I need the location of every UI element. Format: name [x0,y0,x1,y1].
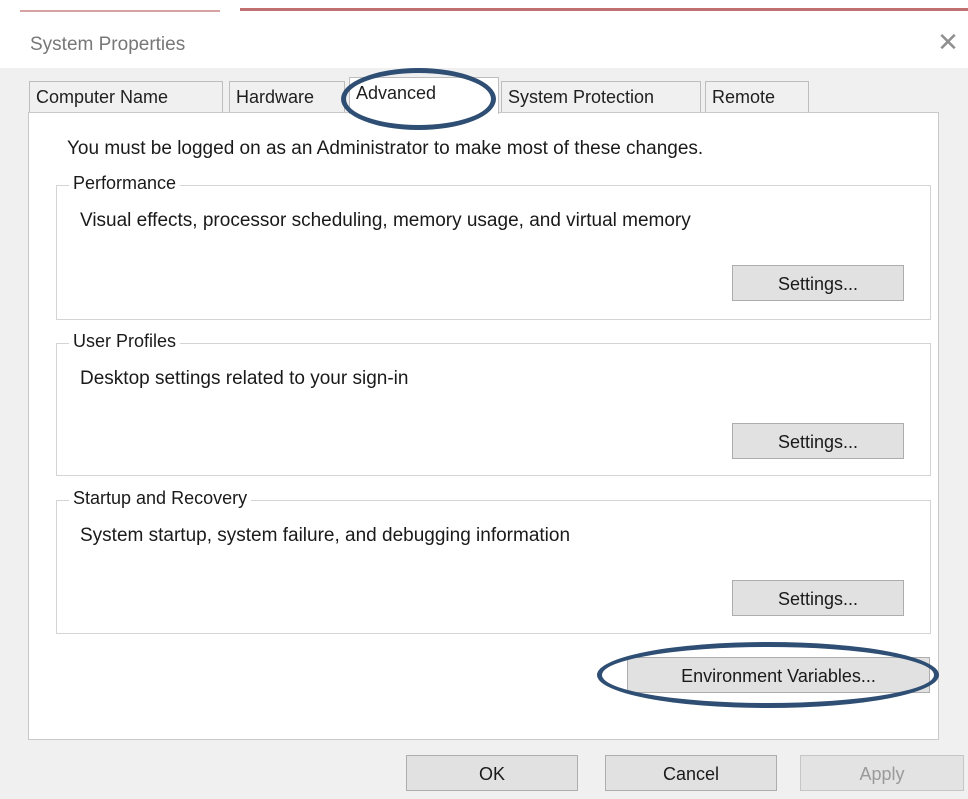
window-title: System Properties [30,34,186,55]
user-profiles-description: Desktop settings related to your sign-in [80,368,409,389]
ok-button[interactable]: OK [406,755,578,791]
environment-variables-button[interactable]: Environment Variables... [627,657,930,693]
performance-group: Performance Visual effects, processor sc… [56,173,931,320]
startup-recovery-description: System startup, system failure, and debu… [80,525,571,546]
title-bar: System Properties ✕ [0,20,968,68]
top-strip-mark [20,10,220,12]
startup-recovery-legend: Startup and Recovery [69,488,252,509]
close-icon[interactable]: ✕ [934,28,962,56]
cancel-button[interactable]: Cancel [605,755,777,791]
performance-description: Visual effects, processor scheduling, me… [80,210,691,231]
tab-hardware[interactable]: Hardware [229,81,345,112]
advanced-panel: You must be logged on as an Administrato… [28,112,939,740]
tab-remote[interactable]: Remote [705,81,809,112]
top-strip [0,0,968,20]
apply-button[interactable]: Apply [800,755,964,791]
startup-recovery-group: Startup and Recovery System startup, sys… [56,488,931,634]
user-profiles-legend: User Profiles [69,331,181,352]
admin-notice: You must be logged on as an Administrato… [67,138,704,159]
tab-advanced[interactable]: Advanced [349,77,499,114]
top-strip-bar [240,8,968,11]
tab-system-protection[interactable]: System Protection [501,81,701,112]
performance-settings-button[interactable]: Settings... [732,265,904,301]
performance-legend: Performance [69,173,181,194]
tab-computer-name[interactable]: Computer Name [29,81,223,112]
user-profiles-group: User Profiles Desktop settings related t… [56,331,931,476]
startup-recovery-settings-button[interactable]: Settings... [732,580,904,616]
user-profiles-settings-button[interactable]: Settings... [732,423,904,459]
